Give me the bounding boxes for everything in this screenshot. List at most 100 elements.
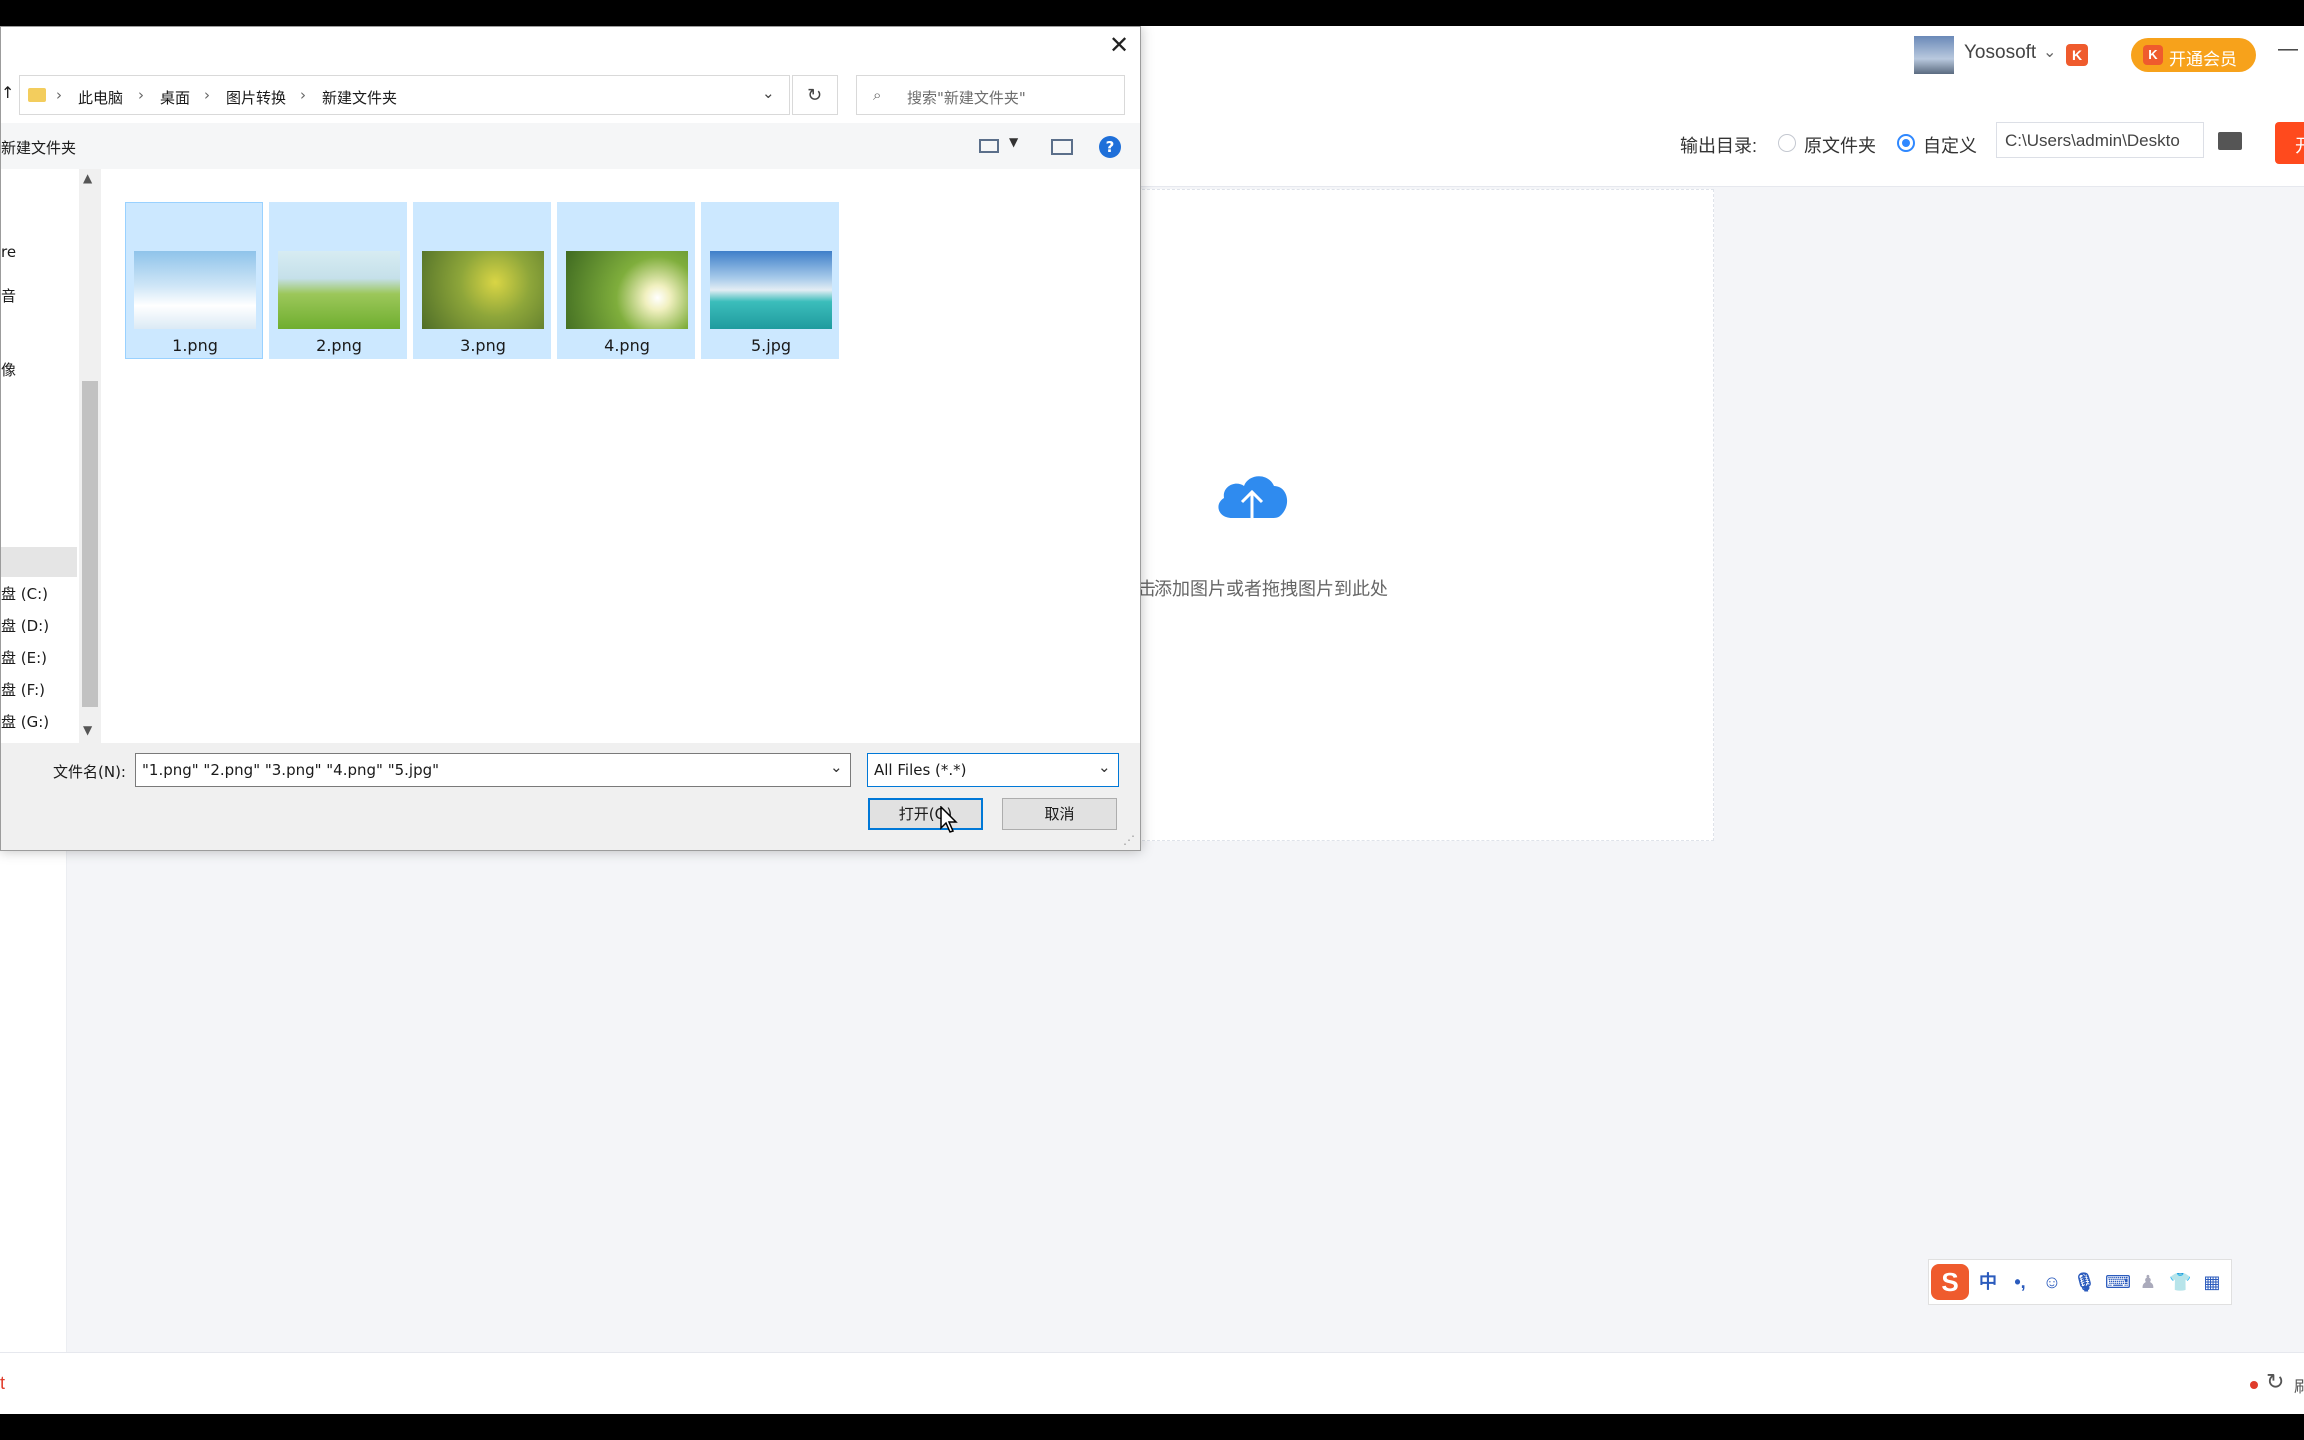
filetype-select[interactable]: All Files (*.*) ⌄	[867, 753, 1119, 787]
sogou-logo-icon[interactable]: S	[1931, 1264, 1969, 1300]
breadcrumb-desktop[interactable]: 桌面	[160, 87, 190, 108]
open-vip-button[interactable]: K 开通会员	[2131, 38, 2256, 72]
cloud-upload-icon	[1218, 476, 1288, 524]
search-icon: ⌕	[873, 86, 882, 104]
chevron-right-icon: ›	[56, 86, 62, 104]
status-bar: t ↻ 刷	[0, 1352, 2304, 1414]
close-icon[interactable]: ✕	[1109, 31, 1129, 59]
radio-custom[interactable]	[1897, 134, 1915, 152]
nav-item[interactable]: 音	[1, 285, 16, 306]
file-tile[interactable]: 4.png	[557, 202, 695, 359]
nav-item[interactable]: 像	[1, 359, 16, 380]
filetype-value: All Files (*.*)	[874, 761, 967, 779]
mouse-cursor-icon	[940, 806, 958, 833]
breadcrumb-image-convert[interactable]: 图片转换	[226, 87, 286, 108]
file-name: 2.png	[316, 336, 362, 355]
scroll-down-icon[interactable]: ▼	[83, 723, 92, 737]
ime-mode-chinese[interactable]: 中	[1977, 1271, 1999, 1293]
file-tile[interactable]: 2.png	[269, 202, 407, 359]
nav-item-drive-e[interactable]: 盘 (E:)	[1, 647, 47, 668]
start-convert-button[interactable]: 开	[2275, 122, 2304, 164]
output-dir-label: 输出目录:	[1680, 136, 1758, 156]
nav-item-selected[interactable]	[1, 547, 77, 577]
skin-icon[interactable]: 👕	[2169, 1271, 2191, 1293]
file-name: 3.png	[460, 336, 506, 355]
cancel-button[interactable]: 取消	[1002, 798, 1117, 830]
scroll-up-icon[interactable]: ▲	[83, 171, 92, 185]
help-icon[interactable]: ?	[1099, 136, 1121, 158]
file-name: 1.png	[172, 336, 218, 355]
cancel-button-label: 取消	[1044, 805, 1075, 823]
refresh-button[interactable]: ↻	[792, 75, 838, 115]
nav-item-drive-c[interactable]: 盘 (C:)	[1, 583, 48, 604]
open-button[interactable]: 打开(O)	[868, 798, 983, 830]
refresh-icon[interactable]: ↻	[2266, 1369, 2284, 1395]
address-bar[interactable]: › 此电脑 › 桌面 › 图片转换 › 新建文件夹 ⌄	[19, 75, 790, 115]
resize-grip-icon[interactable]: ⋰	[1123, 833, 1135, 847]
emoji-icon[interactable]: ☺	[2041, 1271, 2063, 1293]
microphone-icon[interactable]: 🎙	[2073, 1271, 2096, 1293]
filename-value: "1.png" "2.png" "3.png" "4.png" "5.jpg"	[142, 761, 440, 779]
nav-item-drive-f[interactable]: 盘 (F:)	[1, 679, 45, 700]
nav-item-drive-g[interactable]: 盘 (G:)	[1, 711, 49, 732]
file-open-dialog: ✕ ↑ › 此电脑 › 桌面 › 图片转换 › 新建文件夹 ⌄ ↻ ⌕ 搜索"新…	[0, 26, 1141, 851]
chevron-right-icon: ›	[204, 86, 210, 104]
nav-scrollbar[interactable]: ▲ ▼	[79, 169, 101, 743]
image-thumbnail	[278, 251, 400, 329]
user-icon[interactable]: ♟	[2137, 1271, 2159, 1293]
image-thumbnail	[134, 251, 256, 329]
dialog-bottom-bar: 文件名(N): "1.png" "2.png" "3.png" "4.png" …	[1, 743, 1140, 850]
file-list: 1.png 2.png 3.png 4.png 5.jpg	[104, 169, 1140, 743]
file-tile[interactable]: 3.png	[413, 202, 551, 359]
open-vip-label: 开通会员	[2169, 50, 2237, 69]
chevron-right-icon: ›	[138, 86, 144, 104]
crown-icon: K	[2143, 45, 2163, 65]
status-right-text[interactable]: 刷	[2294, 1373, 2304, 1397]
file-tile[interactable]: 5.jpg	[701, 202, 839, 359]
status-left-text: t	[0, 1373, 6, 1393]
scroll-thumb[interactable]	[82, 381, 98, 707]
folder-icon	[28, 88, 46, 102]
new-folder-button[interactable]: 新建文件夹	[1, 137, 76, 158]
vip-badge-icon[interactable]: K	[2066, 44, 2088, 66]
filename-input[interactable]: "1.png" "2.png" "3.png" "4.png" "5.jpg" …	[135, 753, 851, 787]
chevron-down-icon: ⌄	[1098, 758, 1111, 776]
image-thumbnail	[710, 251, 832, 329]
start-convert-label: 开	[2295, 132, 2304, 158]
punctuation-icon[interactable]: •,	[2009, 1271, 2031, 1293]
radio-original-folder[interactable]	[1778, 134, 1796, 152]
username[interactable]: Yososoft	[1964, 42, 2036, 64]
filename-label: 文件名(N):	[53, 763, 126, 781]
search-placeholder: 搜索"新建文件夹"	[907, 89, 1026, 107]
view-options-icon[interactable]	[979, 139, 999, 153]
folder-icon[interactable]	[2218, 132, 2242, 150]
nav-item[interactable]: re	[1, 243, 16, 261]
minimize-icon[interactable]: —	[2278, 38, 2298, 61]
chevron-down-icon[interactable]: ⌄	[830, 758, 843, 776]
status-dot-icon	[2250, 1381, 2258, 1389]
toolbox-icon[interactable]: ▦	[2201, 1271, 2223, 1293]
search-box[interactable]: ⌕ 搜索"新建文件夹"	[856, 75, 1125, 115]
nav-item-drive-d[interactable]: 盘 (D:)	[1, 615, 49, 636]
up-arrow-icon[interactable]: ↑	[1, 83, 14, 102]
radio-original-folder-label[interactable]: 原文件夹	[1804, 132, 1876, 158]
keyboard-icon[interactable]: ⌨	[2105, 1271, 2131, 1293]
avatar[interactable]	[1914, 36, 1954, 74]
output-path-value: C:\Users\admin\Deskto	[2005, 131, 2180, 150]
view-dropdown-icon[interactable]: ▼	[1009, 135, 1018, 149]
chevron-right-icon: ›	[300, 86, 306, 104]
output-path-field[interactable]: C:\Users\admin\Deskto	[1996, 122, 2204, 158]
chevron-down-icon[interactable]: ⌄	[2043, 42, 2056, 62]
breadcrumb-this-pc[interactable]: 此电脑	[78, 87, 123, 108]
file-tile[interactable]: 1.png	[125, 202, 263, 359]
breadcrumb-new-folder[interactable]: 新建文件夹	[322, 87, 397, 108]
file-name: 5.jpg	[750, 336, 792, 355]
radio-custom-label[interactable]: 自定义	[1923, 132, 1977, 158]
drop-zone[interactable]: 击 添加图片或者拖拽图片到此处	[1137, 189, 1714, 841]
preview-pane-icon[interactable]	[1051, 139, 1073, 155]
image-thumbnail	[566, 251, 688, 329]
chevron-down-icon[interactable]: ⌄	[762, 84, 775, 102]
drop-hint: 添加图片或者拖拽图片到此处	[1154, 579, 1388, 599]
file-name: 4.png	[604, 336, 650, 355]
command-bar: 新建文件夹 ▼ ?	[1, 123, 1140, 169]
